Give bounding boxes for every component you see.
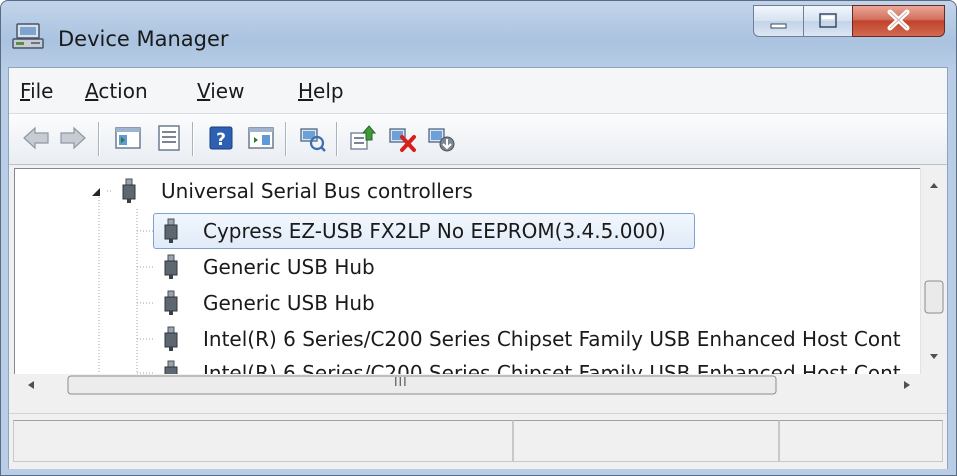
toolbar: ? — [9, 114, 947, 165]
tree-device-label: Generic USB Hub — [203, 291, 375, 315]
vertical-scrollbar[interactable] — [920, 168, 947, 375]
show-hide-action-pane-icon[interactable] — [246, 123, 276, 153]
scroll-grip: III — [394, 375, 408, 389]
menu-help[interactable]: Help — [298, 79, 344, 103]
tree-device-label: Intel(R) 6 Series/C200 Series Chipset Fa… — [203, 361, 901, 374]
uninstall-device-icon[interactable] — [387, 123, 417, 153]
menu-file-rest: ile — [30, 79, 54, 103]
status-bar — [9, 413, 947, 469]
menu-view-mnemonic: V — [197, 79, 211, 103]
usb-plug-icon — [164, 290, 178, 315]
tree-device-item[interactable]: Generic USB Hub — [159, 251, 899, 283]
device-manager-icon — [12, 23, 44, 49]
menu-view[interactable]: View — [197, 79, 244, 103]
scroll-up-arrow-icon[interactable] — [930, 183, 938, 188]
usb-plug-icon — [164, 218, 178, 243]
menu-view-rest: iew — [210, 79, 245, 103]
horizontal-scrollbar[interactable]: III — [14, 374, 924, 396]
close-button[interactable] — [852, 5, 945, 37]
back-arrow-icon[interactable] — [21, 123, 51, 153]
menu-action[interactable]: Action — [85, 79, 148, 103]
status-cell-secondary — [513, 420, 779, 462]
maximize-button[interactable] — [803, 5, 853, 37]
device-tree-viewport: Universal Serial Bus controllers Cypress… — [15, 169, 905, 374]
menu-bar: File Action View Help — [9, 68, 947, 114]
expand-triangle-icon[interactable] — [90, 186, 102, 198]
tree-category-usb[interactable]: Universal Serial Bus controllers — [117, 175, 897, 207]
menu-file-mnemonic: F — [20, 79, 31, 103]
help-icon[interactable]: ? — [206, 123, 236, 153]
maximize-icon — [819, 13, 837, 28]
window-title: Device Manager — [58, 27, 229, 51]
menu-help-rest: elp — [313, 79, 344, 103]
tree-device-item[interactable]: Intel(R) 6 Series/C200 Series Chipset Fa… — [159, 323, 903, 355]
disable-device-icon[interactable] — [426, 123, 456, 153]
device-manager-window: Device Manager File Action View Help ? U… — [0, 0, 957, 476]
usb-plug-icon — [164, 360, 178, 374]
scan-hardware-changes-icon[interactable] — [297, 123, 327, 153]
tree-device-item[interactable]: Intel(R) 6 Series/C200 Series Chipset Fa… — [159, 357, 903, 374]
menu-action-mnemonic: A — [85, 79, 99, 103]
usb-plug-icon — [164, 326, 178, 351]
status-cell-primary — [13, 420, 513, 462]
toolbar-separator — [285, 122, 286, 156]
tree-device-label: Cypress EZ-USB FX2LP No EEPROM(3.4.5.000… — [203, 219, 666, 243]
horizontal-scrollbar-graphics — [28, 375, 910, 395]
client-area: File Action View Help ? Universal Serial… — [8, 67, 948, 469]
toolbar-separator — [336, 122, 337, 156]
svg-text:?: ? — [216, 130, 226, 150]
vertical-scrollbar-graphics — [924, 183, 944, 359]
minimize-button[interactable] — [753, 5, 804, 37]
show-hide-console-tree-icon[interactable] — [113, 123, 143, 153]
menu-file[interactable]: File — [20, 79, 53, 103]
usb-plug-icon — [122, 178, 136, 203]
properties-icon[interactable] — [154, 123, 184, 153]
tree-category-label: Universal Serial Bus controllers — [161, 179, 473, 203]
vertical-scroll-thumb[interactable] — [924, 280, 944, 314]
close-icon — [887, 9, 910, 31]
minimize-icon — [770, 23, 787, 29]
scroll-left-arrow-icon[interactable] — [28, 381, 34, 389]
tree-device-item[interactable]: Cypress EZ-USB FX2LP No EEPROM(3.4.5.000… — [159, 215, 899, 247]
tree-device-label: Generic USB Hub — [203, 255, 375, 279]
menu-help-mnemonic: H — [298, 79, 314, 103]
update-driver-icon[interactable] — [347, 123, 377, 153]
scroll-right-arrow-icon[interactable] — [904, 381, 910, 389]
tree-device-item[interactable]: Generic USB Hub — [159, 287, 899, 319]
menu-action-rest: ction — [98, 79, 148, 103]
status-cell-tertiary — [779, 420, 943, 462]
toolbar-separator — [192, 122, 193, 156]
tree-device-label: Intel(R) 6 Series/C200 Series Chipset Fa… — [203, 327, 901, 351]
forward-arrow-icon[interactable] — [58, 123, 88, 153]
usb-plug-icon — [164, 254, 178, 279]
toolbar-separator — [98, 122, 99, 156]
horizontal-scroll-thumb[interactable] — [67, 375, 777, 395]
device-tree[interactable]: Universal Serial Bus controllers Cypress… — [14, 168, 924, 396]
title-bar[interactable]: Device Manager — [1, 1, 956, 67]
scroll-down-arrow-icon[interactable] — [930, 354, 938, 359]
